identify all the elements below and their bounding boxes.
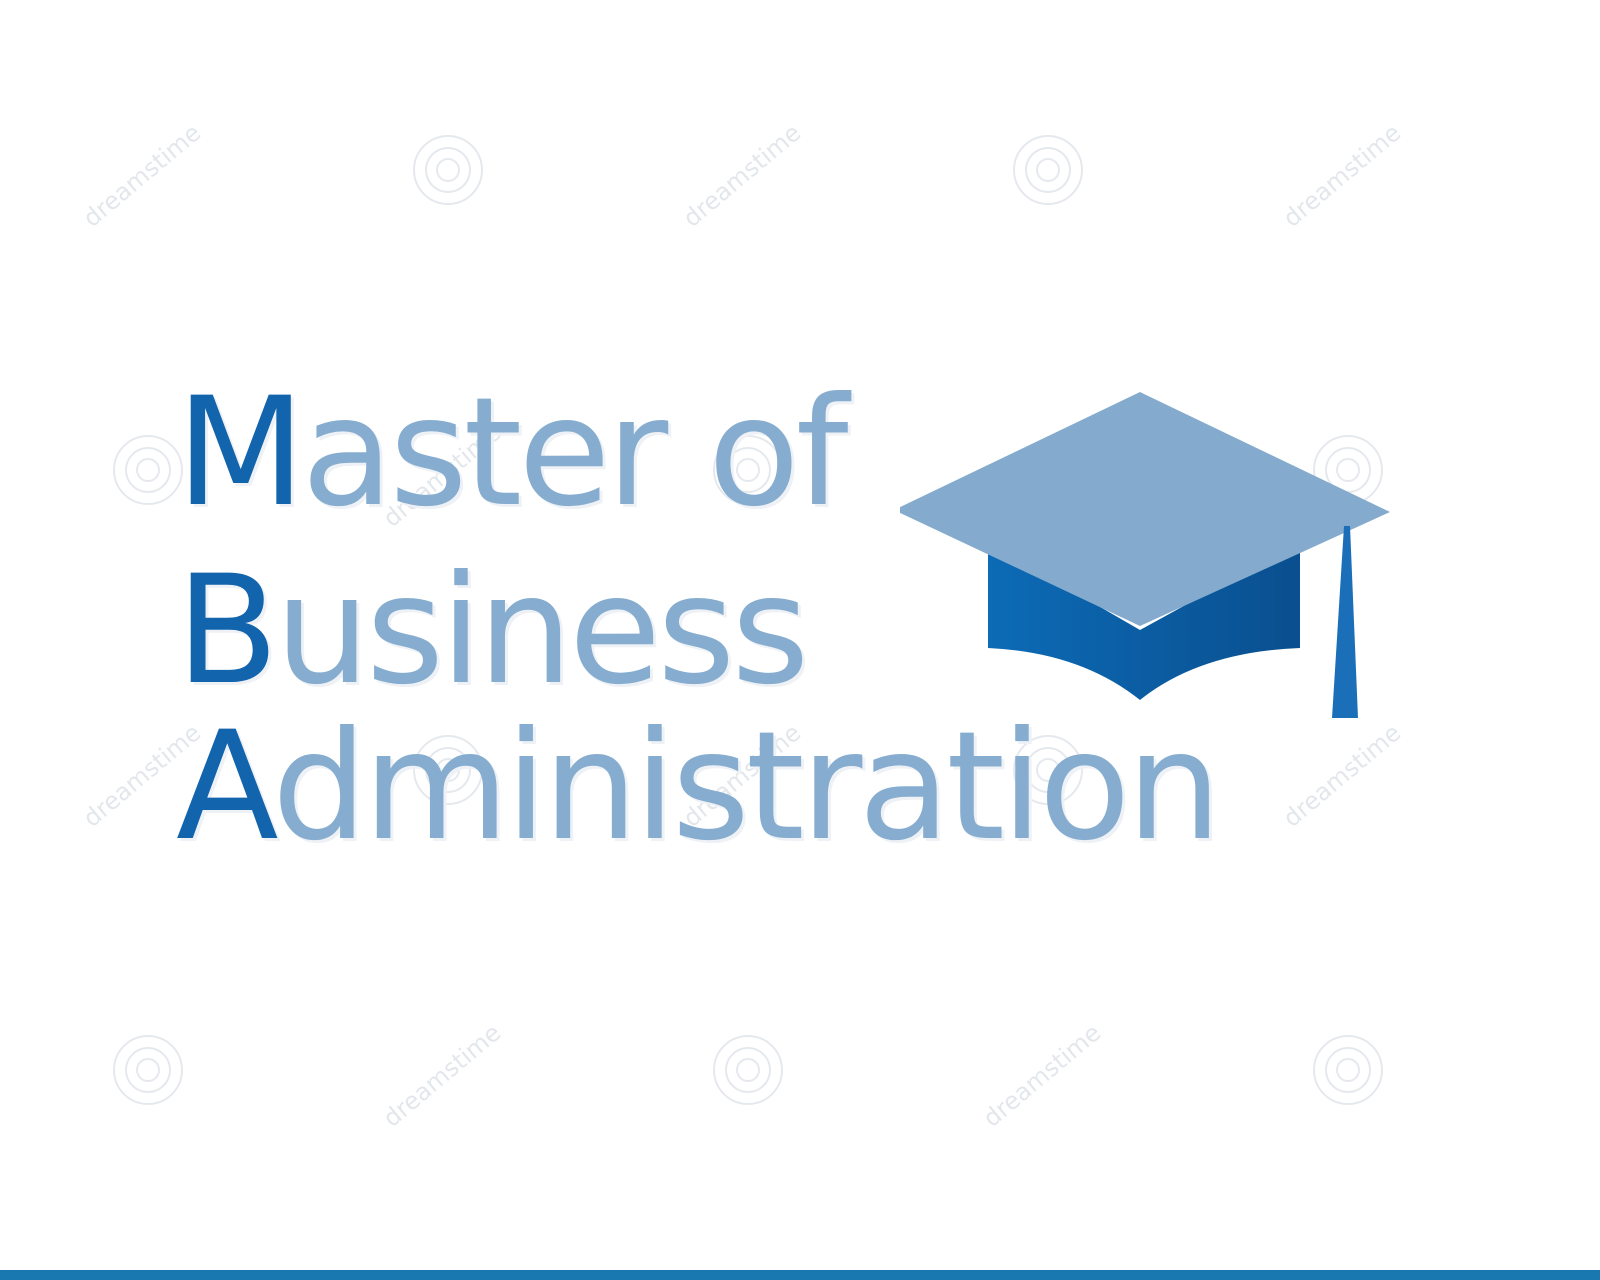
- logo-initial-a: A: [176, 700, 276, 874]
- watermark-swirl-icon: [1013, 135, 1083, 205]
- logo-initial-m: M: [176, 366, 305, 540]
- bottom-bar: [0, 1270, 1600, 1280]
- cap-board: [900, 392, 1390, 626]
- watermark-text: dreamstime: [678, 118, 806, 232]
- watermark-text: dreamstime: [378, 1018, 506, 1132]
- graduation-cap-icon: [900, 392, 1390, 718]
- watermark-swirl-icon: [1313, 1035, 1383, 1105]
- watermark-text: dreamstime: [1278, 118, 1406, 232]
- watermark-text: dreamstime: [78, 118, 206, 232]
- watermark-swirl-icon: [413, 135, 483, 205]
- watermark-swirl-icon: [113, 435, 183, 505]
- watermark-swirl-icon: [713, 1035, 783, 1105]
- watermark-text: dreamstime: [978, 1018, 1106, 1132]
- watermark-swirl-icon: [113, 1035, 183, 1105]
- logo-text-aster-of: aster of: [301, 366, 848, 540]
- logo-line-business: Business: [176, 556, 809, 706]
- logo-line-master-of: Master of: [176, 378, 849, 528]
- cap-tassel: [1332, 526, 1358, 718]
- logo-canvas: dreamstime dreamstime dreamstime dreamst…: [0, 0, 1600, 1280]
- logo-text-usiness: usiness: [274, 544, 810, 718]
- logo-initial-b: B: [176, 544, 279, 718]
